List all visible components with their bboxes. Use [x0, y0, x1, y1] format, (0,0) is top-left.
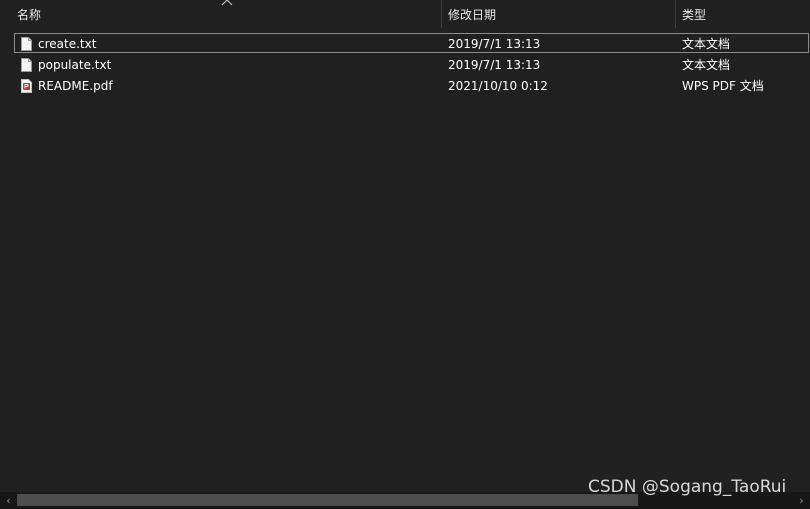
- file-type: 文本文档: [682, 37, 731, 51]
- file-explorer-window: 名称 修改日期 类型 create.txt 2019/7/1 13:13 文本文…: [0, 0, 810, 509]
- column-divider[interactable]: [441, 0, 442, 28]
- file-row[interactable]: populate.txt 2019/7/1 13:13 文本文档: [0, 54, 810, 75]
- column-divider[interactable]: [675, 0, 676, 28]
- file-date: 2021/10/10 0:12: [448, 78, 548, 93]
- scroll-right-icon[interactable]: ›: [793, 492, 810, 509]
- file-name: populate.txt: [38, 57, 112, 72]
- watermark-text: CSDN @Sogang_TaoRui: [588, 477, 787, 497]
- file-name: create.txt: [38, 36, 97, 51]
- text-file-icon: [19, 33, 33, 54]
- scrollbar-thumb[interactable]: [17, 494, 638, 506]
- column-header-bar: 名称 修改日期 类型: [0, 0, 810, 28]
- file-name: README.pdf: [38, 78, 113, 93]
- column-header-type[interactable]: 类型: [682, 0, 810, 28]
- file-date: 2019/7/1 13:13: [448, 57, 541, 72]
- file-row[interactable]: create.txt 2019/7/1 13:13 文本文档: [0, 33, 810, 54]
- column-header-name[interactable]: 名称: [17, 0, 441, 28]
- file-list: create.txt 2019/7/1 13:13 文本文档 populate.…: [0, 33, 810, 96]
- pdf-file-icon: [19, 75, 33, 96]
- file-date: 2019/7/1 13:13: [448, 36, 541, 51]
- text-file-icon: [19, 54, 33, 75]
- file-type: WPS PDF 文档: [682, 79, 764, 93]
- file-type: 文本文档: [682, 58, 731, 72]
- scroll-left-icon[interactable]: ‹: [0, 492, 17, 509]
- file-row[interactable]: README.pdf 2021/10/10 0:12 WPS PDF 文档: [0, 75, 810, 96]
- column-header-date[interactable]: 修改日期: [448, 0, 674, 28]
